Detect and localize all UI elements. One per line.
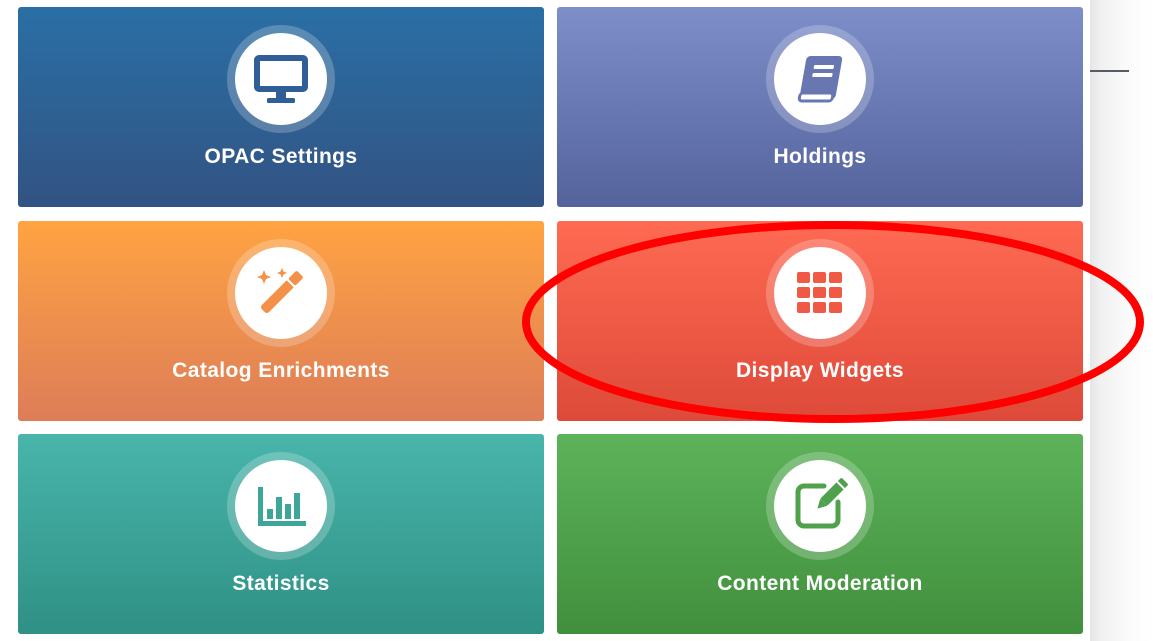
- tile-label: Content Moderation: [717, 572, 923, 595]
- background-divider-right: [1088, 70, 1129, 72]
- content-moderation-tile[interactable]: Content Moderation: [557, 434, 1083, 634]
- tile-label: OPAC Settings: [204, 145, 358, 168]
- bar-chart-icon: [258, 487, 306, 526]
- tile-label: Holdings: [773, 145, 867, 168]
- tile-label: Display Widgets: [735, 359, 904, 382]
- grid-icon: [797, 272, 842, 313]
- display-widgets-tile[interactable]: Display Widgets: [557, 221, 1083, 421]
- icon-circle: [774, 460, 866, 552]
- icon-circle: [774, 33, 866, 125]
- icon-circle: [235, 247, 327, 339]
- tile-label: Statistics: [232, 572, 330, 595]
- icon-circle: [235, 460, 327, 552]
- icon-circle: [235, 33, 327, 125]
- magic-wand-icon: [257, 268, 303, 313]
- background-shadow: [1088, 0, 1153, 641]
- opac-settings-tile[interactable]: OPAC Settings: [18, 7, 544, 207]
- catalog-enrichments-tile[interactable]: Catalog Enrichments: [18, 221, 544, 421]
- tile-label: Catalog Enrichments: [172, 359, 390, 382]
- monitor-icon: [254, 55, 308, 103]
- statistics-tile[interactable]: Statistics: [18, 434, 544, 634]
- icon-circle: [774, 247, 866, 339]
- edit-icon: [795, 478, 848, 529]
- book-icon: [797, 56, 843, 103]
- settings-panel: OPAC Settings Holdings Catalog Enrichmen…: [0, 0, 1090, 641]
- holdings-tile[interactable]: Holdings: [557, 7, 1083, 207]
